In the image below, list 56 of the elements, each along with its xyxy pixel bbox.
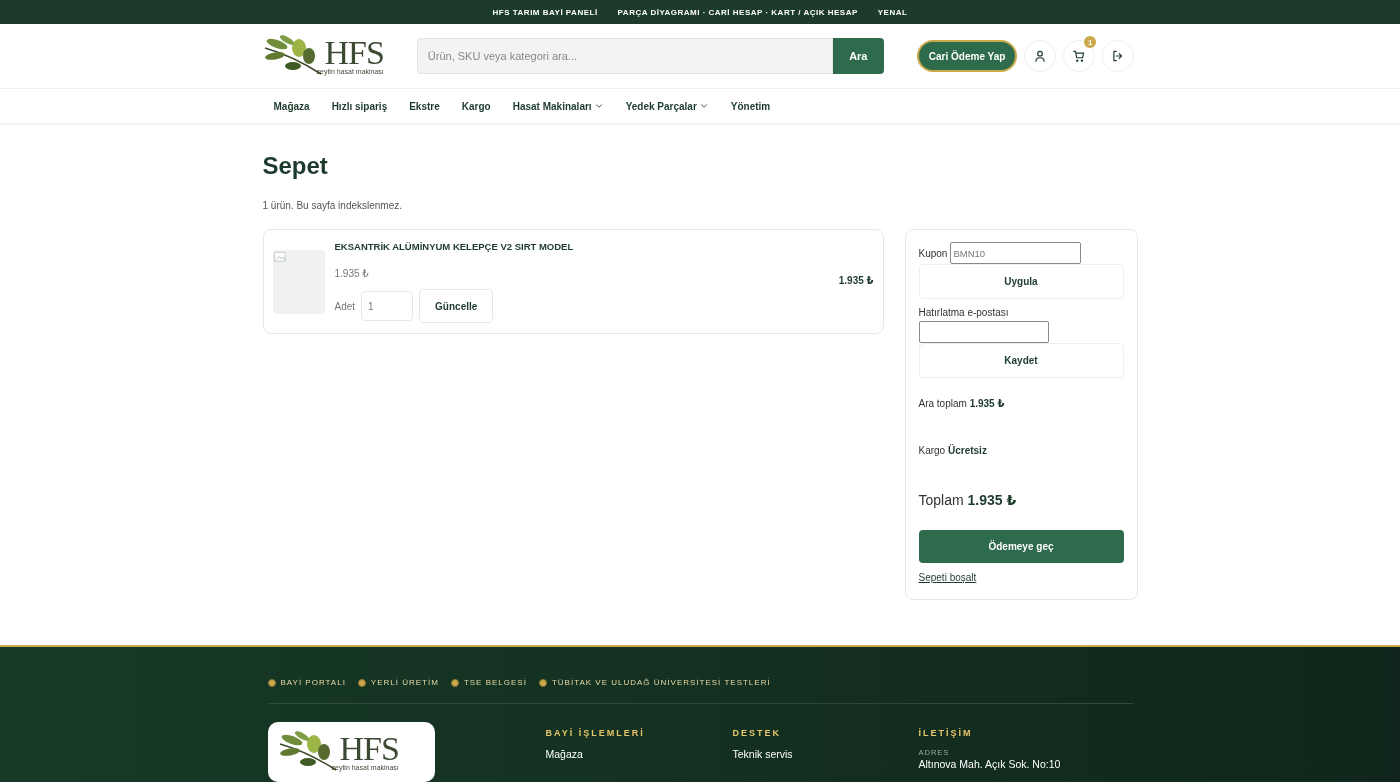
- bullet-dot: [538, 678, 547, 687]
- save-button[interactable]: Kaydet: [918, 343, 1124, 378]
- topbar-text: PARÇA DİYAGRAMI · CARİ HESAP · KART / AÇIK HESAP: [617, 7, 858, 17]
- unit-price: 1.935 ₺: [334, 268, 370, 279]
- user-icon: [1033, 49, 1048, 63]
- checkout-button[interactable]: Ödemeye geç: [918, 530, 1124, 563]
- footer-feature-label: YERLİ ÜRETİM: [370, 678, 439, 687]
- product-name[interactable]: EKSANTRİK ALÜMİNYUM KELEPÇE V2 SIRT MODEL: [334, 241, 829, 252]
- coupon-label: Kupon: [918, 247, 948, 259]
- broken-image-icon: [272, 250, 287, 264]
- nav-link[interactable]: Yönetim: [719, 100, 782, 112]
- nav-link[interactable]: Kargo: [450, 100, 502, 112]
- quantity-field[interactable]: 1: [361, 291, 414, 321]
- coupon-field[interactable]: BMN10: [950, 242, 1082, 264]
- footer-link[interactable]: Mağaza: [545, 748, 733, 760]
- line-total: 1.935 ₺: [838, 275, 874, 286]
- logo-title: HFS: [324, 37, 384, 68]
- pay-button[interactable]: Cari Ödeme Yap: [916, 40, 1018, 72]
- cart-icon: [1072, 49, 1087, 63]
- bullet-dot: [267, 678, 276, 687]
- clear-cart-link[interactable]: Sepeti boşalt: [918, 572, 977, 583]
- chevron-down-icon: [593, 101, 604, 111]
- update-button[interactable]: Güncelle: [419, 289, 494, 323]
- apply-button[interactable]: Uygula: [918, 264, 1124, 299]
- bullet-dot: [450, 678, 459, 687]
- quantity-label: Adet: [334, 300, 356, 312]
- bullet-dot: [357, 678, 366, 687]
- nav-link[interactable]: Hızlı sipariş: [320, 100, 399, 112]
- chevron-down-icon: [698, 101, 709, 111]
- footer-link[interactable]: Teknik servis: [732, 748, 919, 760]
- nav-link[interactable]: Ekstre: [398, 100, 451, 112]
- nav-link[interactable]: Yedek Parçalar: [614, 100, 720, 112]
- footer-heading: İLETİŞİM: [918, 728, 974, 738]
- page-subtitle: 1 ürün. Bu sayfa indekslenmez.: [262, 200, 404, 211]
- email-label: Hatırlatma e-postası: [918, 307, 1010, 318]
- footer-feature-label: TÜBİTAK VE ULUDAĞ ÜNİVERSİTESİ TESTLERİ: [551, 678, 771, 687]
- topbar-text: YENAL: [877, 7, 908, 17]
- footer-feature-label: TSE BELGESİ: [463, 678, 527, 687]
- account-button[interactable]: [1024, 40, 1057, 72]
- total-text: Toplam 1.935 ₺: [918, 492, 1018, 508]
- email-field[interactable]: [918, 321, 1049, 343]
- shipping-text: Kargo Ücretsiz: [918, 445, 988, 456]
- footer-heading: BAYİ İŞLEMLERİ: [545, 728, 646, 738]
- subtotal-text: Ara toplam 1.935 ₺: [918, 398, 1006, 409]
- search-button[interactable]: Ara: [832, 38, 884, 74]
- footer-heading: DESTEK: [732, 728, 782, 738]
- page-title: Sepet: [262, 152, 329, 181]
- topbar-text: HFS TARIM BAYİ PANELİ: [492, 7, 598, 17]
- nav-link[interactable]: Mağaza: [262, 100, 321, 112]
- search-field[interactable]: Ürün, SKU veya kategori ara...: [416, 38, 833, 74]
- nav-link[interactable]: Hasat Makinaları: [501, 100, 615, 112]
- address-text: Altınova Mah. Açık Sok. No:10: [918, 758, 1061, 770]
- cart-count-badge: 1: [1084, 36, 1097, 48]
- logout-button[interactable]: [1102, 40, 1135, 72]
- footer-feature-label: BAYİ PORTALI: [280, 678, 346, 687]
- logo-title: HFS: [339, 733, 399, 764]
